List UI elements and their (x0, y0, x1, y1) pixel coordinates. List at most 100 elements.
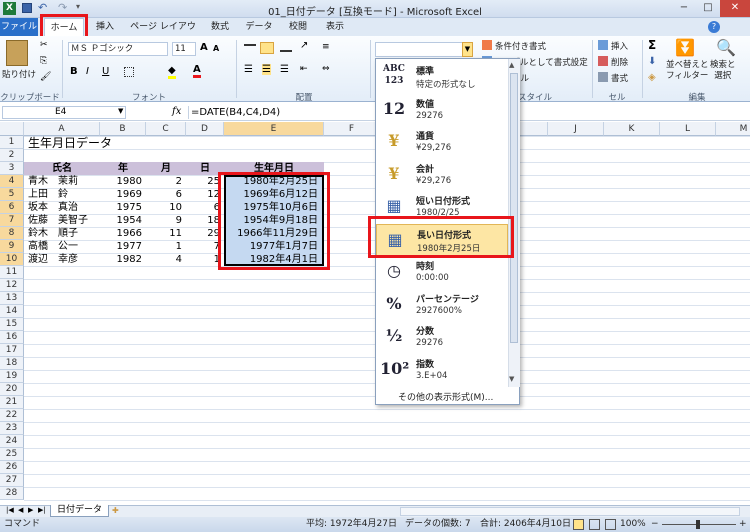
row-header-8[interactable]: 8 (0, 227, 24, 240)
column-header-b[interactable]: B (100, 122, 146, 136)
name-box-dropdown-icon[interactable]: ▼ (118, 107, 123, 115)
delete-cells-icon[interactable] (598, 56, 608, 66)
row-header-23[interactable]: 23 (0, 422, 24, 435)
row-header-17[interactable]: 17 (0, 344, 24, 357)
format-option[interactable]: 12 数値 29276 (376, 94, 508, 126)
row-header-10[interactable]: 10 (0, 253, 24, 266)
merge-center-icon[interactable]: ⇔ (322, 64, 330, 74)
decrease-indent-icon[interactable]: ⇤ (300, 64, 308, 74)
delete-cells-button[interactable]: 削除 (611, 56, 628, 68)
grow-font-icon[interactable]: A (200, 42, 208, 53)
column-header-e[interactable]: E (224, 122, 324, 136)
insert-cells-icon[interactable] (598, 40, 608, 50)
format-option[interactable]: ◷ 時刻 0:00:00 (376, 256, 508, 288)
quick-access-menu-icon[interactable]: ▾ (76, 2, 80, 11)
row-header-11[interactable]: 11 (0, 266, 24, 279)
cell-value[interactable]: 11 (146, 227, 186, 240)
row-header-6[interactable]: 6 (0, 201, 24, 214)
font-name-select[interactable]: ＭＳ Ｐゴシック (68, 42, 168, 56)
tab-page-layout[interactable]: ページ レイアウト (128, 18, 198, 50)
cell-name[interactable]: 鈴木 順子 (28, 227, 100, 240)
cell-value[interactable]: 1982 (100, 253, 146, 266)
more-formats-link[interactable]: その他の表示形式(M)... (398, 390, 493, 403)
format-option[interactable]: ABC 123 標準 特定の形式なし (376, 61, 508, 93)
row-header-27[interactable]: 27 (0, 474, 24, 487)
header-name[interactable]: 氏名 (24, 162, 100, 175)
format-painter-icon[interactable]: 🖌 (40, 72, 51, 82)
orientation-icon[interactable]: ↗ (300, 40, 308, 51)
select-all-button[interactable] (0, 122, 24, 136)
redo-icon[interactable]: ↷ (58, 1, 67, 14)
cell-value[interactable]: 4 (146, 253, 186, 266)
first-sheet-icon[interactable]: |◀ (6, 506, 14, 514)
shrink-font-icon[interactable]: A (213, 44, 219, 53)
column-header-m[interactable]: M (716, 122, 750, 136)
tab-view[interactable]: 表示 (320, 18, 350, 36)
row-header-24[interactable]: 24 (0, 435, 24, 448)
help-icon[interactable]: ? (708, 21, 720, 33)
row-header-5[interactable]: 5 (0, 188, 24, 201)
format-option[interactable]: 10² 指数 3.E+04 (376, 354, 508, 386)
scroll-down-icon[interactable]: ▼ (509, 375, 514, 383)
align-center-icon[interactable]: ☰ (262, 64, 271, 75)
cell-value[interactable]: 1980 (100, 175, 146, 188)
cell-value[interactable]: 1969 (100, 188, 146, 201)
format-option[interactable]: ½ 分数 29276 (376, 321, 508, 353)
row-header-2[interactable]: 2 (0, 149, 24, 162)
zoom-out-icon[interactable]: − (651, 517, 659, 532)
cell-value[interactable]: 1966 (100, 227, 146, 240)
cut-icon[interactable]: ✂ (40, 40, 48, 50)
scroll-thumb[interactable] (510, 73, 518, 343)
row-header-21[interactable]: 21 (0, 396, 24, 409)
tab-data[interactable]: データ (243, 18, 275, 36)
tab-review[interactable]: 校閲 (283, 18, 313, 36)
format-cells-icon[interactable] (598, 72, 608, 82)
tab-insert[interactable]: 挿入 (90, 18, 120, 36)
next-sheet-icon[interactable]: ▶ (28, 506, 33, 514)
fill-color-icon[interactable]: ◆ (168, 65, 176, 79)
horizontal-scrollbar[interactable] (400, 507, 740, 516)
font-size-select[interactable]: 11 (172, 42, 196, 56)
sort-filter-button[interactable]: 並べ替えと フィルター (666, 60, 709, 82)
row-header-19[interactable]: 19 (0, 370, 24, 383)
fx-button[interactable]: fx (172, 106, 181, 117)
undo-icon[interactable]: ↶ (38, 1, 47, 14)
cell-name[interactable]: 坂本 真治 (28, 201, 100, 214)
row-header-16[interactable]: 16 (0, 331, 24, 344)
conditional-format-icon[interactable] (482, 40, 492, 50)
name-box[interactable]: E4 (2, 106, 126, 119)
conditional-format-button[interactable]: 条件付き書式 (495, 40, 546, 52)
cell-value[interactable]: 10 (146, 201, 186, 214)
cell-name[interactable]: 渡辺 幸彦 (28, 253, 100, 266)
scroll-up-icon[interactable]: ▲ (509, 61, 514, 69)
column-header-a[interactable]: A (24, 122, 100, 136)
sort-filter-icon[interactable]: ⏬ (675, 38, 695, 57)
cell-name[interactable]: 上田 鈴 (28, 188, 100, 201)
align-left-icon[interactable]: ☰ (244, 64, 253, 75)
paste-button[interactable]: 貼り付け (2, 68, 36, 80)
fill-icon[interactable]: ⬇ (648, 56, 656, 67)
close-button[interactable]: ✕ (720, 0, 750, 17)
column-header-j[interactable]: J (548, 122, 604, 136)
row-header-28[interactable]: 28 (0, 487, 24, 500)
sheet-title[interactable]: 生年月日データ (28, 136, 112, 151)
format-cells-button[interactable]: 書式 (611, 72, 628, 84)
format-option[interactable]: ¥ 通貨 ¥29,276 (376, 126, 508, 158)
find-select-icon[interactable]: 🔍 (716, 38, 736, 57)
cell-name[interactable]: 青木 茉莉 (28, 175, 100, 188)
wrap-text-icon[interactable]: ≡ (322, 42, 330, 52)
header-year[interactable]: 年 (100, 162, 146, 175)
cell-value[interactable]: 1 (146, 240, 186, 253)
cell-value[interactable]: 1977 (100, 240, 146, 253)
format-option[interactable]: % パーセンテージ 2927600% (376, 289, 508, 321)
row-header-3[interactable]: 3 (0, 162, 24, 175)
row-header-13[interactable]: 13 (0, 292, 24, 305)
row-header-7[interactable]: 7 (0, 214, 24, 227)
tab-file[interactable]: ファイル (0, 18, 38, 36)
save-icon[interactable] (22, 3, 32, 13)
normal-view-icon[interactable] (573, 519, 584, 530)
autosum-icon[interactable]: Σ (648, 38, 656, 52)
underline-button[interactable]: U (102, 66, 109, 77)
column-header-l[interactable]: L (660, 122, 716, 136)
row-header-22[interactable]: 22 (0, 409, 24, 422)
